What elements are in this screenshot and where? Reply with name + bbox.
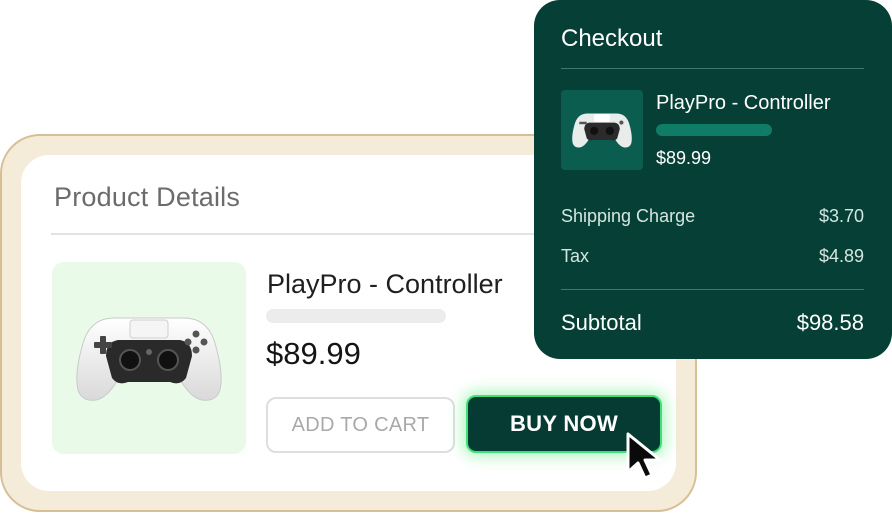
placeholder-bar [656, 124, 772, 136]
placeholder-bar [266, 309, 446, 323]
product-price: $89.99 [266, 336, 361, 371]
checkout-item-name: PlayPro - Controller [656, 92, 831, 114]
arrow-cursor-icon [626, 432, 662, 480]
divider [561, 289, 864, 290]
game-controller-icon [76, 317, 222, 401]
checkout-item-image [561, 90, 643, 170]
subtotal-label: Subtotal [561, 310, 642, 335]
shipping-charge-value: $3.70 [818, 206, 864, 226]
game-controller-icon [572, 113, 632, 148]
product-image[interactable] [52, 262, 246, 454]
tax-value: $4.89 [818, 246, 864, 266]
shipping-charge-row: Shipping Charge $3.70 [561, 206, 864, 227]
product-name: PlayPro - Controller [267, 269, 503, 299]
divider [561, 68, 864, 69]
product-details-title: Product Details [54, 182, 241, 212]
add-to-cart-button[interactable]: ADD TO CART [266, 397, 455, 453]
checkout-item-price: $89.99 [656, 148, 712, 168]
checkout-panel: Checkout PlayPro - Controller $89.99 Shi… [534, 0, 892, 359]
subtotal-row: Subtotal $98.58 [561, 310, 864, 336]
tax-label: Tax [561, 246, 590, 266]
shipping-charge-label: Shipping Charge [561, 206, 696, 226]
divider [51, 233, 571, 235]
tax-row: Tax $4.89 [561, 246, 864, 267]
checkout-title: Checkout [561, 25, 663, 52]
subtotal-value: $98.58 [796, 310, 864, 335]
